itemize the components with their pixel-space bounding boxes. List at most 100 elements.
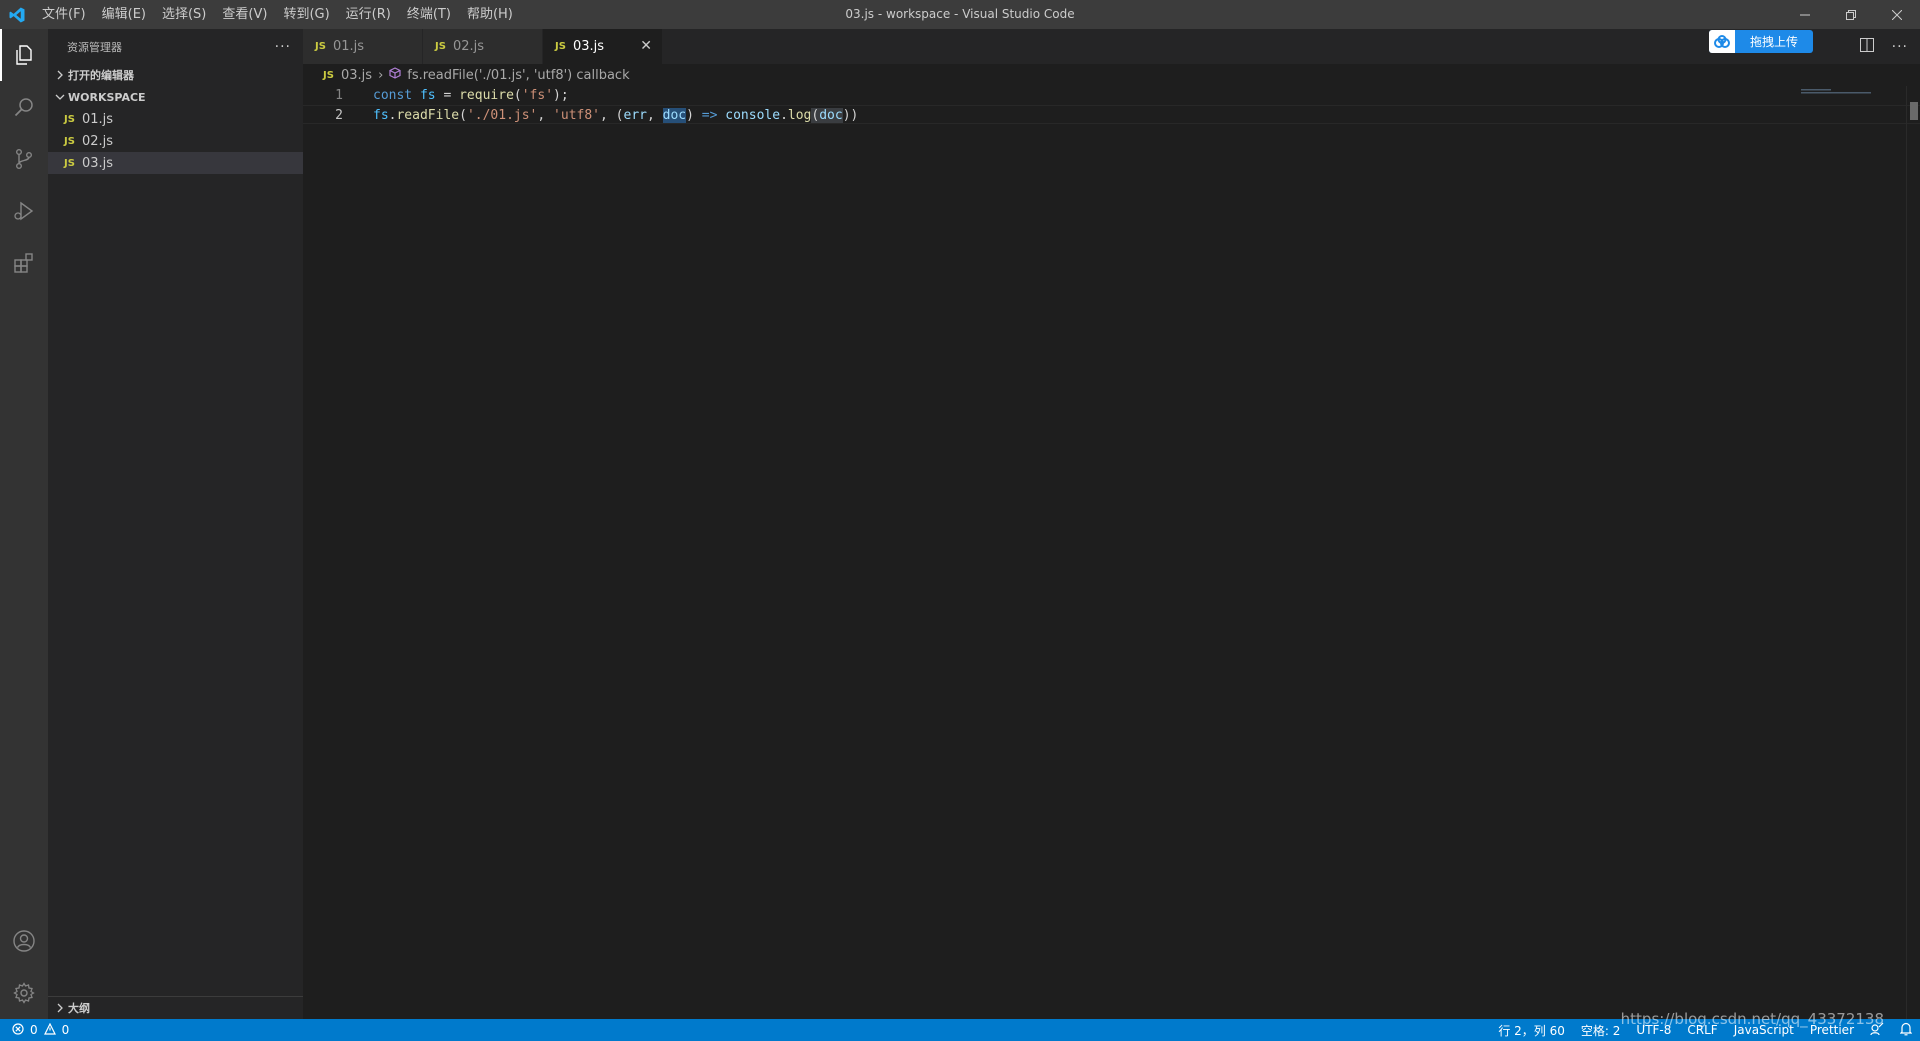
tab-03js[interactable]: JS 03.js ✕ [543, 29, 663, 64]
file-name: 01.js [82, 111, 114, 127]
minimize-button[interactable] [1782, 0, 1828, 29]
string-token: 'utf8' [553, 108, 601, 123]
code-content: fs. readFile('./01.js', 'utf8', (err, doc… [343, 106, 858, 123]
js-file-icon: JS [64, 157, 75, 169]
search-icon [14, 98, 33, 117]
punct-token: ( [513, 88, 522, 103]
menu-edit[interactable]: 编辑(E) [94, 0, 154, 29]
menu-selection[interactable]: 选择(S) [154, 0, 214, 29]
explorer-sidebar: 资源管理器 ··· 打开的编辑器 WORKSPACE JS 01.js JS 0… [48, 29, 303, 1019]
function-token: log [787, 108, 812, 123]
window-controls [1782, 0, 1920, 29]
open-editors-label: 打开的编辑器 [68, 69, 134, 82]
restore-button[interactable] [1828, 0, 1874, 29]
explorer-activity[interactable] [0, 29, 48, 81]
outline-header[interactable]: 大纲 [48, 997, 303, 1019]
split-editor-icon[interactable] [1859, 37, 1874, 56]
file-name: 02.js [82, 133, 114, 149]
js-file-icon: JS [315, 41, 326, 52]
workspace-section[interactable]: WORKSPACE [48, 86, 303, 108]
cursor-position[interactable]: 行 2，列 60 [1498, 1022, 1565, 1039]
breadcrumb-file[interactable]: 03.js [341, 68, 372, 83]
editor-actions: ··· [1859, 29, 1908, 64]
error-count: 0 [30, 1023, 38, 1037]
source-control-activity[interactable] [0, 133, 48, 185]
extensions-icon [14, 253, 33, 273]
symbol-method-icon [389, 67, 401, 83]
account-icon [13, 930, 35, 952]
tab-label: 02.js [453, 39, 485, 54]
function-token: require [459, 88, 514, 103]
file-name: 03.js [82, 155, 114, 171]
upload-label: 拖拽上传 [1749, 35, 1798, 49]
punct-token: ) [686, 108, 702, 123]
code-line: 1 const fs = require('fs'); [303, 86, 1920, 105]
menu-file[interactable]: 文件(F) [34, 0, 94, 29]
file-item-02js[interactable]: JS 02.js [48, 130, 303, 152]
code-editor[interactable]: 1 const fs = require('fs'); 2 fs.readFil… [303, 86, 1920, 1019]
string-token: './01.js' [466, 108, 538, 123]
source-control-icon [15, 149, 32, 170]
chevron-right-icon [52, 1003, 68, 1013]
minimap[interactable] [1796, 86, 1906, 96]
run-debug-activity[interactable] [0, 185, 48, 237]
code-content: const fs = require('fs'); [343, 86, 569, 105]
run-debug-icon [14, 201, 34, 221]
code-line-current: 2 fs. readFile('./01.js', 'utf8', (err, d… [303, 105, 1920, 124]
explorer-header: 资源管理器 ··· [48, 29, 303, 64]
workspace-label: WORKSPACE [68, 90, 146, 104]
accounts-activity[interactable] [0, 915, 48, 967]
keyword-token: const [373, 88, 413, 103]
indentation[interactable]: 空格: 2 [1581, 1022, 1621, 1039]
menu-go[interactable]: 转到(G) [275, 0, 337, 29]
menu-bar: 文件(F) 编辑(E) 选择(S) 查看(V) 转到(G) 运行(R) 终端(T… [34, 0, 521, 29]
breadcrumb: JS 03.js › fs.readFile('./01.js', 'utf8'… [303, 64, 1920, 86]
file-item-01js[interactable]: JS 01.js [48, 108, 303, 130]
tab-01js[interactable]: JS 01.js [303, 29, 423, 64]
warning-icon [43, 1022, 56, 1038]
menu-run[interactable]: 运行(R) [338, 0, 399, 29]
files-icon [16, 45, 32, 65]
punct-token: )) [842, 108, 859, 123]
punct-token: , ( [600, 108, 624, 123]
editor-tabs: JS 01.js JS 02.js JS 03.js ✕ [303, 29, 1920, 64]
line-number: 2 [335, 108, 343, 123]
tab-02js[interactable]: JS 02.js [423, 29, 543, 64]
punct-token: , [646, 108, 663, 123]
menu-terminal[interactable]: 终端(T) [399, 0, 459, 29]
explorer-title: 资源管理器 [67, 40, 122, 54]
chevron-right-icon [52, 70, 68, 80]
extensions-activity[interactable] [0, 237, 48, 289]
manage-activity[interactable] [0, 967, 48, 1019]
scrollbar-thumb[interactable] [1910, 102, 1918, 120]
breadcrumb-symbol[interactable]: fs.readFile('./01.js', 'utf8') callback [407, 68, 629, 83]
gear-icon [13, 982, 35, 1004]
cloud-icon [1709, 30, 1735, 53]
object-token: console [725, 108, 781, 123]
more-actions-icon[interactable]: ··· [275, 39, 291, 55]
tab-label: 01.js [333, 39, 365, 54]
param-token-highlighted: doc [819, 108, 843, 123]
more-actions-icon[interactable]: ··· [1892, 39, 1908, 55]
drag-upload-button[interactable]: 拖拽上传 [1709, 30, 1813, 53]
chevron-right-icon: › [378, 67, 384, 83]
bell-icon[interactable] [1899, 1022, 1913, 1039]
close-window-button[interactable] [1874, 0, 1920, 29]
js-file-icon: JS [435, 41, 446, 52]
outline-label: 大纲 [68, 1002, 90, 1015]
file-item-03js[interactable]: JS 03.js [48, 152, 303, 174]
outline-section: 大纲 [48, 996, 303, 1019]
search-activity[interactable] [0, 81, 48, 133]
param-token-highlighted: doc [662, 108, 687, 123]
line-number: 1 [335, 88, 343, 103]
menu-view[interactable]: 查看(V) [214, 0, 275, 29]
problems-indicator[interactable]: 0 0 [0, 1022, 69, 1038]
vertical-scrollbar[interactable] [1906, 86, 1920, 1019]
open-editors-section[interactable]: 打开的编辑器 [48, 64, 303, 86]
title-bar: 文件(F) 编辑(E) 选择(S) 查看(V) 转到(G) 运行(R) 终端(T… [0, 0, 1920, 29]
menu-help[interactable]: 帮助(H) [459, 0, 521, 29]
vscode-logo-icon [0, 0, 34, 29]
string-token: 'fs' [521, 88, 554, 103]
js-file-icon: JS [64, 113, 75, 125]
close-icon[interactable]: ✕ [640, 38, 652, 54]
